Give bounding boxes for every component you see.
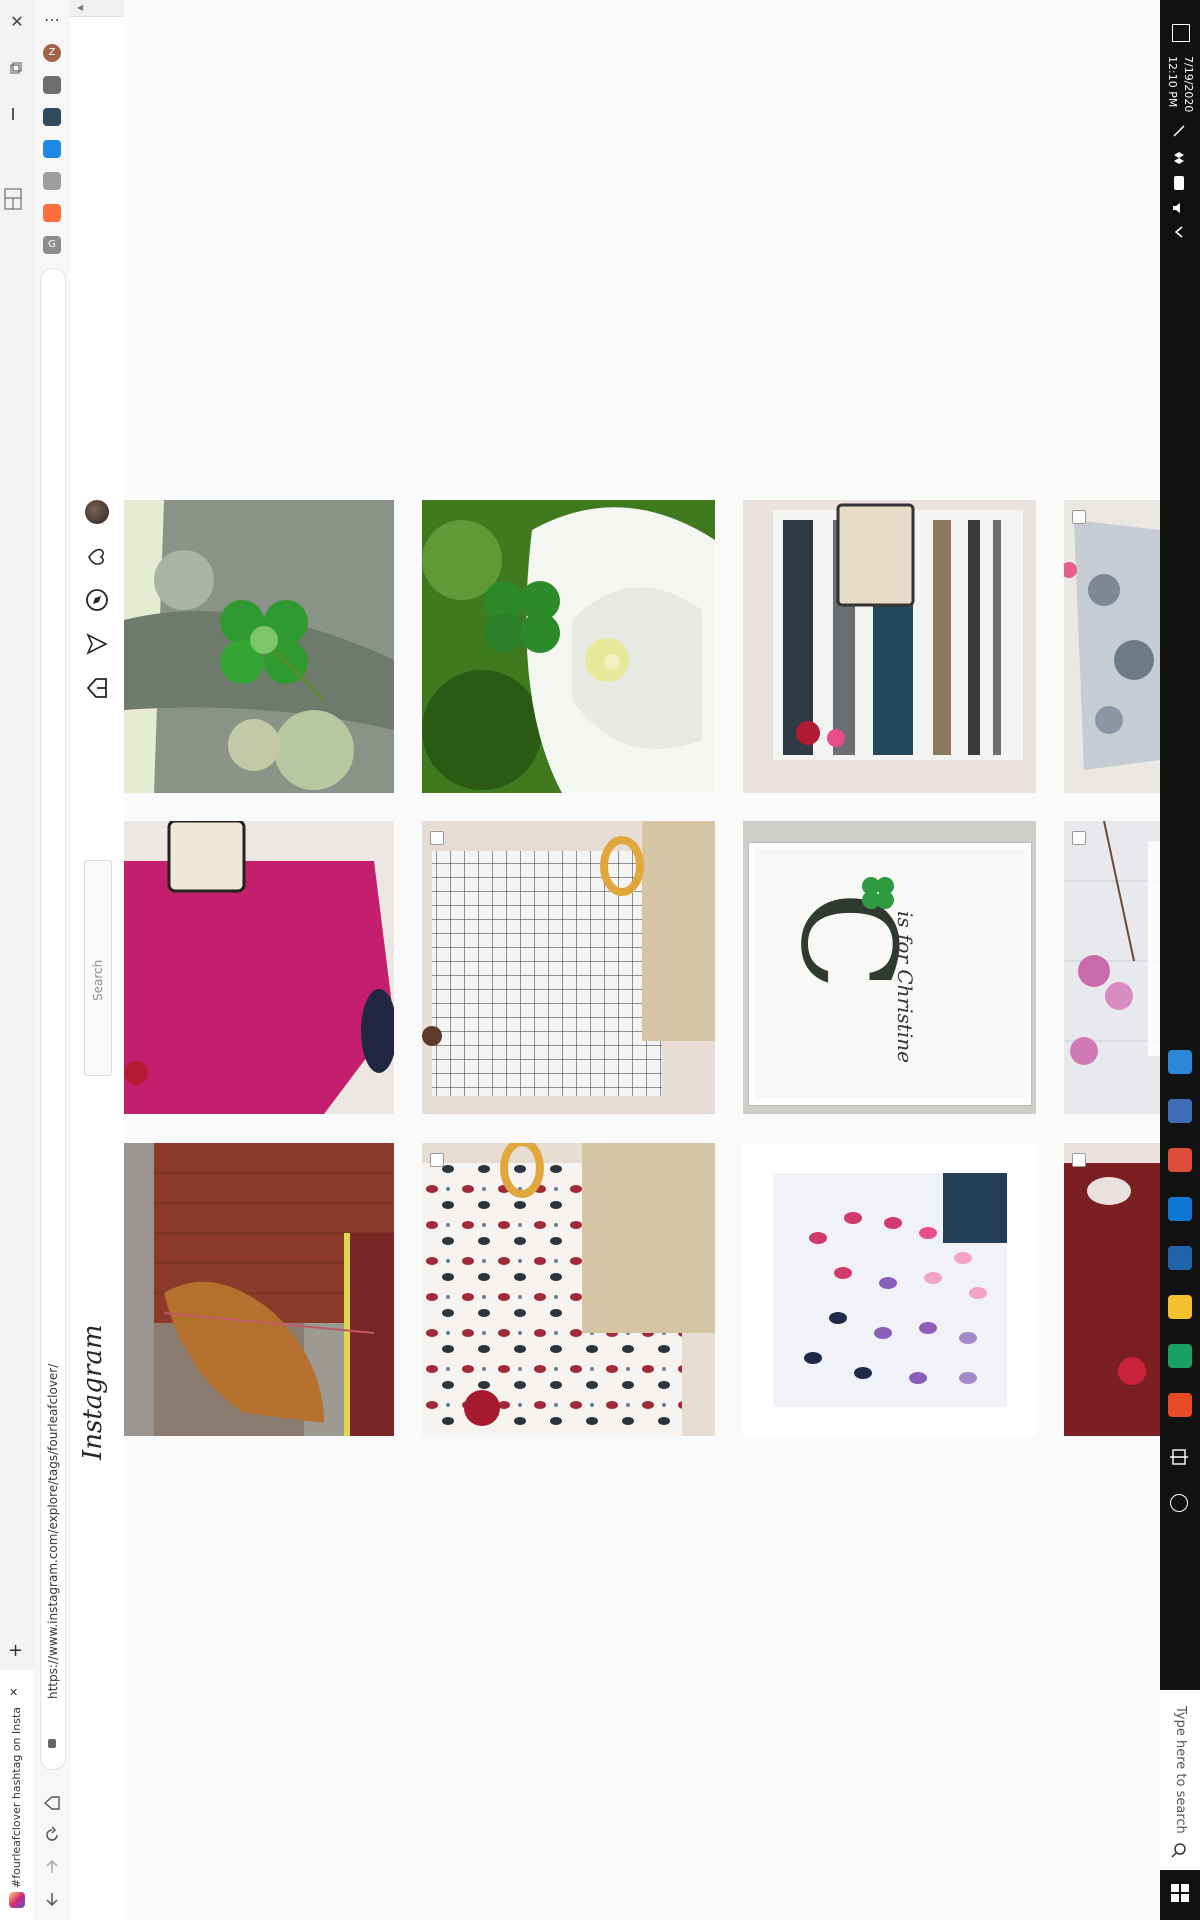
grid-tile-burgundy-dress[interactable] (1064, 1143, 1160, 1436)
search-input[interactable]: Search (84, 860, 112, 1076)
photoshop-app-icon[interactable] (1168, 1246, 1192, 1270)
cortana-icon[interactable] (1170, 1494, 1188, 1512)
paisley-dress-image (422, 1143, 715, 1436)
taskbar-search-placeholder: Type here to search (1173, 1706, 1188, 1834)
grid-tile-magenta-dress[interactable] (124, 821, 394, 1114)
search-placeholder: Search (91, 959, 105, 1001)
calendar-app-icon[interactable] (1168, 1050, 1192, 1074)
grid-tile-letter-c-print[interactable]: C is for Christine (743, 821, 1036, 1114)
blue-ext-extension-icon[interactable] (43, 140, 61, 158)
taskbar-search-box[interactable]: Type here to search (1160, 1690, 1200, 1870)
back-icon[interactable] (43, 1890, 61, 1908)
chrome-app-icon[interactable] (1168, 1148, 1192, 1172)
volume-icon[interactable] (1172, 202, 1186, 214)
tile-checkbox[interactable] (1072, 510, 1086, 524)
home-feed-icon[interactable] (85, 676, 109, 700)
sidebar-toggle-icon[interactable] (4, 188, 22, 210)
grid-tile-orchids[interactable] (1064, 821, 1160, 1114)
reload-icon[interactable] (43, 1826, 61, 1844)
instagram-favicon (9, 1892, 25, 1908)
close-window-icon[interactable]: ✕ (7, 12, 27, 32)
action-center-icon[interactable] (1172, 24, 1190, 42)
tile-checkbox[interactable] (1072, 1153, 1086, 1167)
lip-print-image (743, 1143, 1036, 1436)
active-tab[interactable]: ✕ #fourleafclover hashtag on Insta... (0, 1670, 35, 1920)
print-frame: C is for Christine (743, 821, 1036, 1114)
lock-icon (48, 1739, 56, 1748)
grid-tile-golden-retriever[interactable] (124, 1143, 394, 1436)
forward-icon[interactable] (43, 1858, 61, 1876)
scroll-left-arrow[interactable]: ◀ (77, 3, 83, 12)
close-tab-icon[interactable]: ✕ (9, 1686, 18, 1699)
clover-icon (862, 877, 894, 909)
tile-checkbox[interactable] (1072, 831, 1086, 845)
windows-taskbar: 12:10 PM 7/19/2020 Type here to search (1160, 0, 1200, 1920)
settings-app-icon[interactable] (1168, 1099, 1192, 1123)
direct-message-icon[interactable] (85, 632, 109, 656)
g-ext-extension-icon[interactable]: G (43, 236, 61, 254)
puzzle-extension-icon[interactable] (43, 76, 61, 94)
clover-flower-image (422, 500, 715, 793)
url-text: https://www.instagram.com/explore/tags/f… (46, 1363, 60, 1699)
grid-tile-striped-dress[interactable] (743, 500, 1036, 793)
explore-content: C is for Christine (124, 0, 1160, 1920)
files-app-icon[interactable] (1168, 1295, 1192, 1319)
grid-tile-checked-dress[interactable] (422, 821, 715, 1114)
instagram-logo[interactable]: Instagram (78, 1320, 108, 1460)
pen-icon[interactable] (1172, 124, 1186, 138)
orange-ext-extension-icon[interactable] (43, 204, 61, 222)
golden-retriever-image (124, 1143, 394, 1436)
grid-tile-lip-print-shirt[interactable] (743, 1143, 1036, 1436)
battery-icon[interactable] (1174, 176, 1184, 190)
grey-floral-image (1064, 500, 1160, 793)
grid-tile-clover-flower[interactable] (422, 500, 715, 793)
more-menu-icon[interactable]: ⋯ (44, 10, 60, 29)
tab-title: #fourleafclover hashtag on Insta... (10, 1708, 23, 1888)
tile-checkbox[interactable] (430, 1153, 444, 1167)
checked-dress-image (422, 821, 715, 1114)
outlook-app-icon[interactable] (1168, 1197, 1192, 1221)
office-app-icon[interactable] (1168, 1393, 1192, 1417)
grid-tile-grey-floral-dress[interactable] (1064, 500, 1160, 793)
heart-icon[interactable] (85, 544, 109, 568)
profile-extension-icon[interactable]: Z (43, 44, 61, 62)
clock-time[interactable]: 12:10 PM (1166, 56, 1179, 107)
print-caption: is for Christine (893, 911, 917, 1063)
striped-dress-image (743, 500, 1036, 793)
magenta-dress-image (124, 821, 394, 1114)
avatar[interactable] (85, 500, 109, 524)
search-icon (1171, 1842, 1187, 1858)
orchids-image (1064, 821, 1160, 1114)
circle-ext-extension-icon[interactable] (43, 172, 61, 190)
dropbox-icon[interactable] (1173, 152, 1185, 164)
chevron-up-icon[interactable] (1173, 226, 1185, 238)
url-field[interactable]: https://www.instagram.com/explore/tags/f… (40, 268, 66, 1770)
clover-lichen-image (124, 500, 394, 793)
address-bar-column: ⋯ Z G https://www.instagram.com/explore/t… (34, 0, 71, 1920)
restore-window-icon[interactable] (8, 60, 24, 76)
minimize-window-icon[interactable] (12, 108, 14, 120)
grid-tile-clover-lichen[interactable] (124, 500, 394, 793)
tile-checkbox[interactable] (430, 831, 444, 845)
burgundy-dress-image (1064, 1143, 1160, 1436)
home-icon[interactable] (43, 1794, 61, 1812)
image-ext-extension-icon[interactable] (43, 108, 61, 126)
task-view-icon[interactable] (1170, 1448, 1188, 1466)
grid-tile-paisley-dress[interactable] (422, 1143, 715, 1436)
clock-date[interactable]: 7/19/2020 (1182, 56, 1195, 112)
windows-start-icon[interactable] (1171, 1884, 1189, 1902)
instagram-nav: Search Instagram (70, 0, 125, 1920)
explore-compass-icon[interactable] (85, 588, 109, 612)
edge-app-icon[interactable] (1168, 1344, 1192, 1368)
browser-tab-strip: ✕ + ✕ #fourleafclover hashtag on Insta..… (0, 0, 35, 1920)
new-tab-button[interactable]: + (8, 1640, 23, 1661)
